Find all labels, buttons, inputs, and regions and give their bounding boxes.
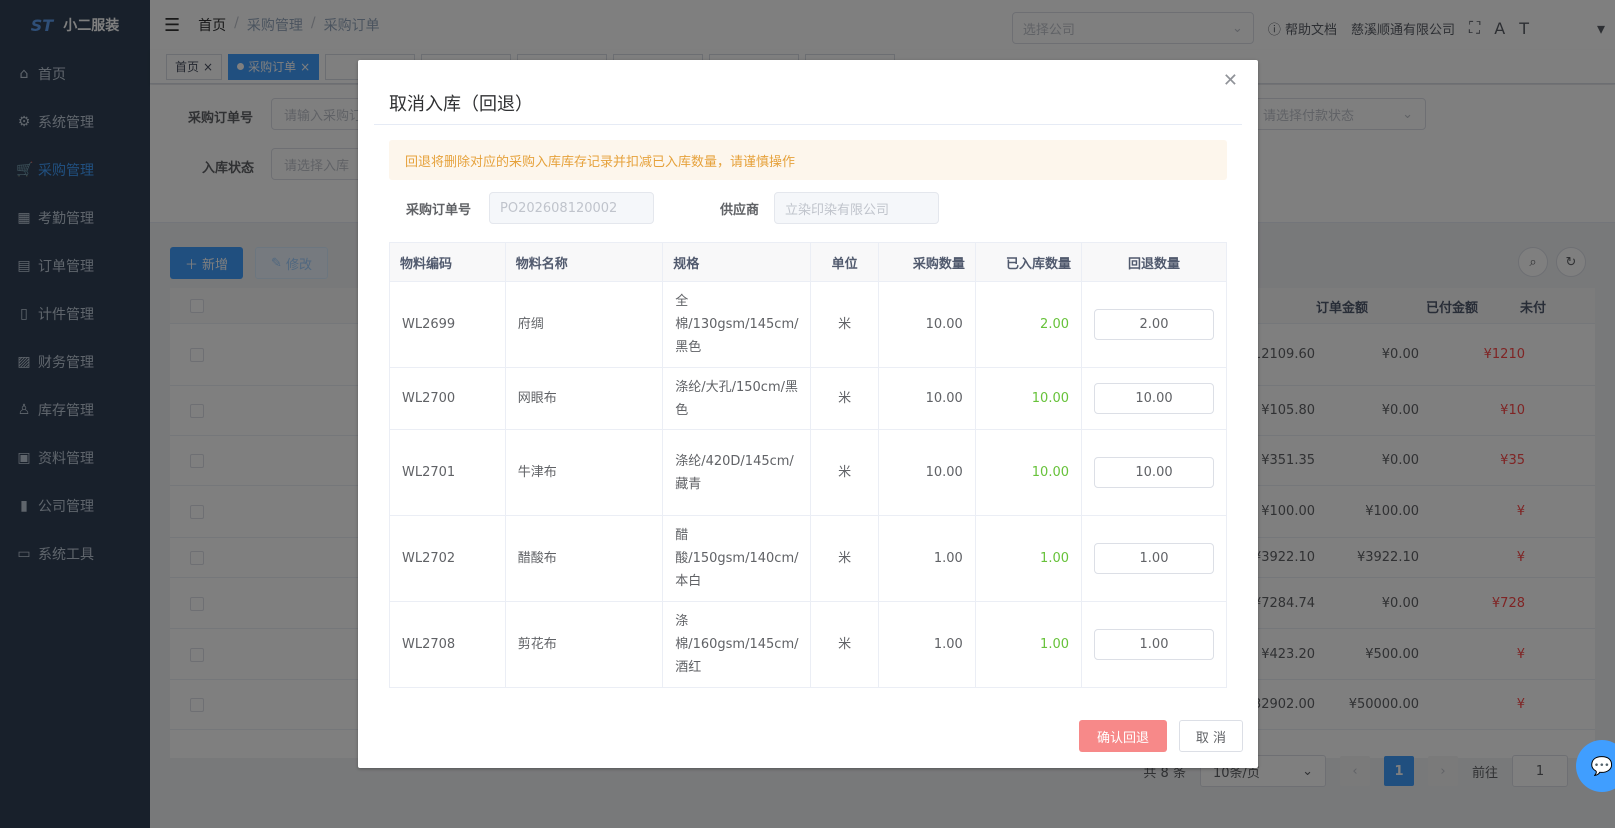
material-code-cell: WL2700 — [389, 367, 506, 430]
supplier-field-label: 供应商 — [720, 202, 760, 218]
table-row: WL2699 府绸 全棉/130gsm/145cm/黑色米 10.00 2.00 2.00 — [389, 281, 1227, 368]
rollback-qty-cell: 10.00 — [1081, 367, 1227, 430]
material-code-cell: WL2699 — [389, 281, 506, 368]
purchase-qty-cell: 10.00 — [877, 281, 976, 368]
col-purchase-qty: 采购数量 — [877, 242, 976, 282]
material-name-cell: 网眼布 — [504, 367, 664, 430]
cancel-button[interactable]: 取 消 — [1179, 720, 1243, 752]
table-header-row: 物料编码 物料名称 规格 单位 采购数量 已入库数量 回退数量 — [389, 242, 1227, 282]
table-row: WL2702 醋酸布 醋酸/150gsm/140cm/本白米 1.00 1.00 1.00 — [389, 515, 1227, 602]
material-name-cell: 牛津布 — [504, 429, 664, 516]
material-code-cell: WL2708 — [389, 601, 506, 688]
purchase-qty-cell: 10.00 — [877, 367, 976, 430]
stocked-qty-cell: 2.00 — [974, 281, 1083, 368]
rollback-items-body: WL2699 府绸 全棉/130gsm/145cm/黑色米 10.00 2.00 2.00… — [389, 281, 1227, 688]
rollback-qty-input[interactable]: 2.00 — [1094, 309, 1214, 340]
material-name-cell: 剪花布 — [504, 601, 664, 688]
unit-cell: 米 — [810, 281, 879, 368]
confirm-rollback-button[interactable]: 确认回退 — [1079, 720, 1167, 752]
warning-alert: 回退将删除对应的采购入库库存记录并扣减已入库数量，请谨慎操作 — [389, 140, 1227, 180]
col-material-code: 物料编码 — [389, 242, 506, 282]
material-name-cell: 府绸 — [504, 281, 664, 368]
spec-cell: 涤棉/160gsm/145cm/酒红 — [662, 601, 812, 688]
stocked-qty-cell: 10.00 — [974, 429, 1083, 516]
table-row: WL2701 牛津布 涤纶/420D/145cm/藏青米 10.00 10.00 10.0… — [389, 429, 1227, 516]
spec-cell: 涤纶/大孔/150cm/黑色 — [662, 367, 812, 430]
unit-cell: 米 — [810, 367, 879, 430]
stocked-qty-cell: 10.00 — [974, 367, 1083, 430]
chat-icon: 💬 — [1590, 755, 1614, 777]
spec-cell: 醋酸/150gsm/140cm/本白 — [662, 515, 812, 602]
material-name-cell: 醋酸布 — [504, 515, 664, 602]
rollback-qty-input[interactable]: 1.00 — [1094, 629, 1214, 660]
purchase-qty-cell: 10.00 — [877, 429, 976, 516]
table-row: WL2708 剪花布 涤棉/160gsm/145cm/酒红米 1.00 1.00 1.00 — [389, 601, 1227, 688]
rollback-qty-input[interactable]: 10.00 — [1094, 383, 1214, 414]
stocked-qty-cell: 1.00 — [974, 515, 1083, 602]
dialog-divider — [374, 124, 1242, 125]
material-code-cell: WL2701 — [389, 429, 506, 516]
spec-cell: 涤纶/420D/145cm/藏青 — [662, 429, 812, 516]
order-no-field-label: 采购订单号 — [406, 202, 472, 218]
unit-cell: 米 — [810, 429, 879, 516]
material-code-cell: WL2702 — [389, 515, 506, 602]
rollback-qty-cell: 1.00 — [1081, 515, 1227, 602]
stocked-qty-cell: 1.00 — [974, 601, 1083, 688]
dialog-title: 取消入库（回退） — [389, 94, 533, 115]
rollback-qty-input[interactable]: 10.00 — [1094, 457, 1214, 488]
rollback-qty-cell: 2.00 — [1081, 281, 1227, 368]
col-unit: 单位 — [810, 242, 879, 282]
col-rollback-qty: 回退数量 — [1081, 242, 1227, 282]
unit-cell: 米 — [810, 515, 879, 602]
col-stocked-qty: 已入库数量 — [974, 242, 1083, 282]
unit-cell: 米 — [810, 601, 879, 688]
rollback-items-table: 物料编码 物料名称 规格 单位 采购数量 已入库数量 回退数量 WL2699 府绸… — [389, 242, 1227, 688]
close-icon[interactable]: ✕ — [1223, 70, 1238, 91]
table-row: WL2700 网眼布 涤纶/大孔/150cm/黑色米 10.00 10.00 10.00 — [389, 367, 1227, 430]
purchase-qty-cell: 1.00 — [877, 515, 976, 602]
rollback-dialog: 取消入库（回退） ✕ 回退将删除对应的采购入库库存记录并扣减已入库数量，请谨慎操… — [358, 60, 1258, 768]
supplier-field: 立染印染有限公司 — [774, 192, 939, 224]
rollback-qty-cell: 1.00 — [1081, 601, 1227, 688]
rollback-qty-cell: 10.00 — [1081, 429, 1227, 516]
purchase-qty-cell: 1.00 — [877, 601, 976, 688]
col-spec: 规格 — [662, 242, 812, 282]
rollback-qty-input[interactable]: 1.00 — [1094, 543, 1214, 574]
order-no-field: PO202608120002 — [489, 192, 654, 224]
col-material-name: 物料名称 — [504, 242, 664, 282]
spec-cell: 全棉/130gsm/145cm/黑色 — [662, 281, 812, 368]
